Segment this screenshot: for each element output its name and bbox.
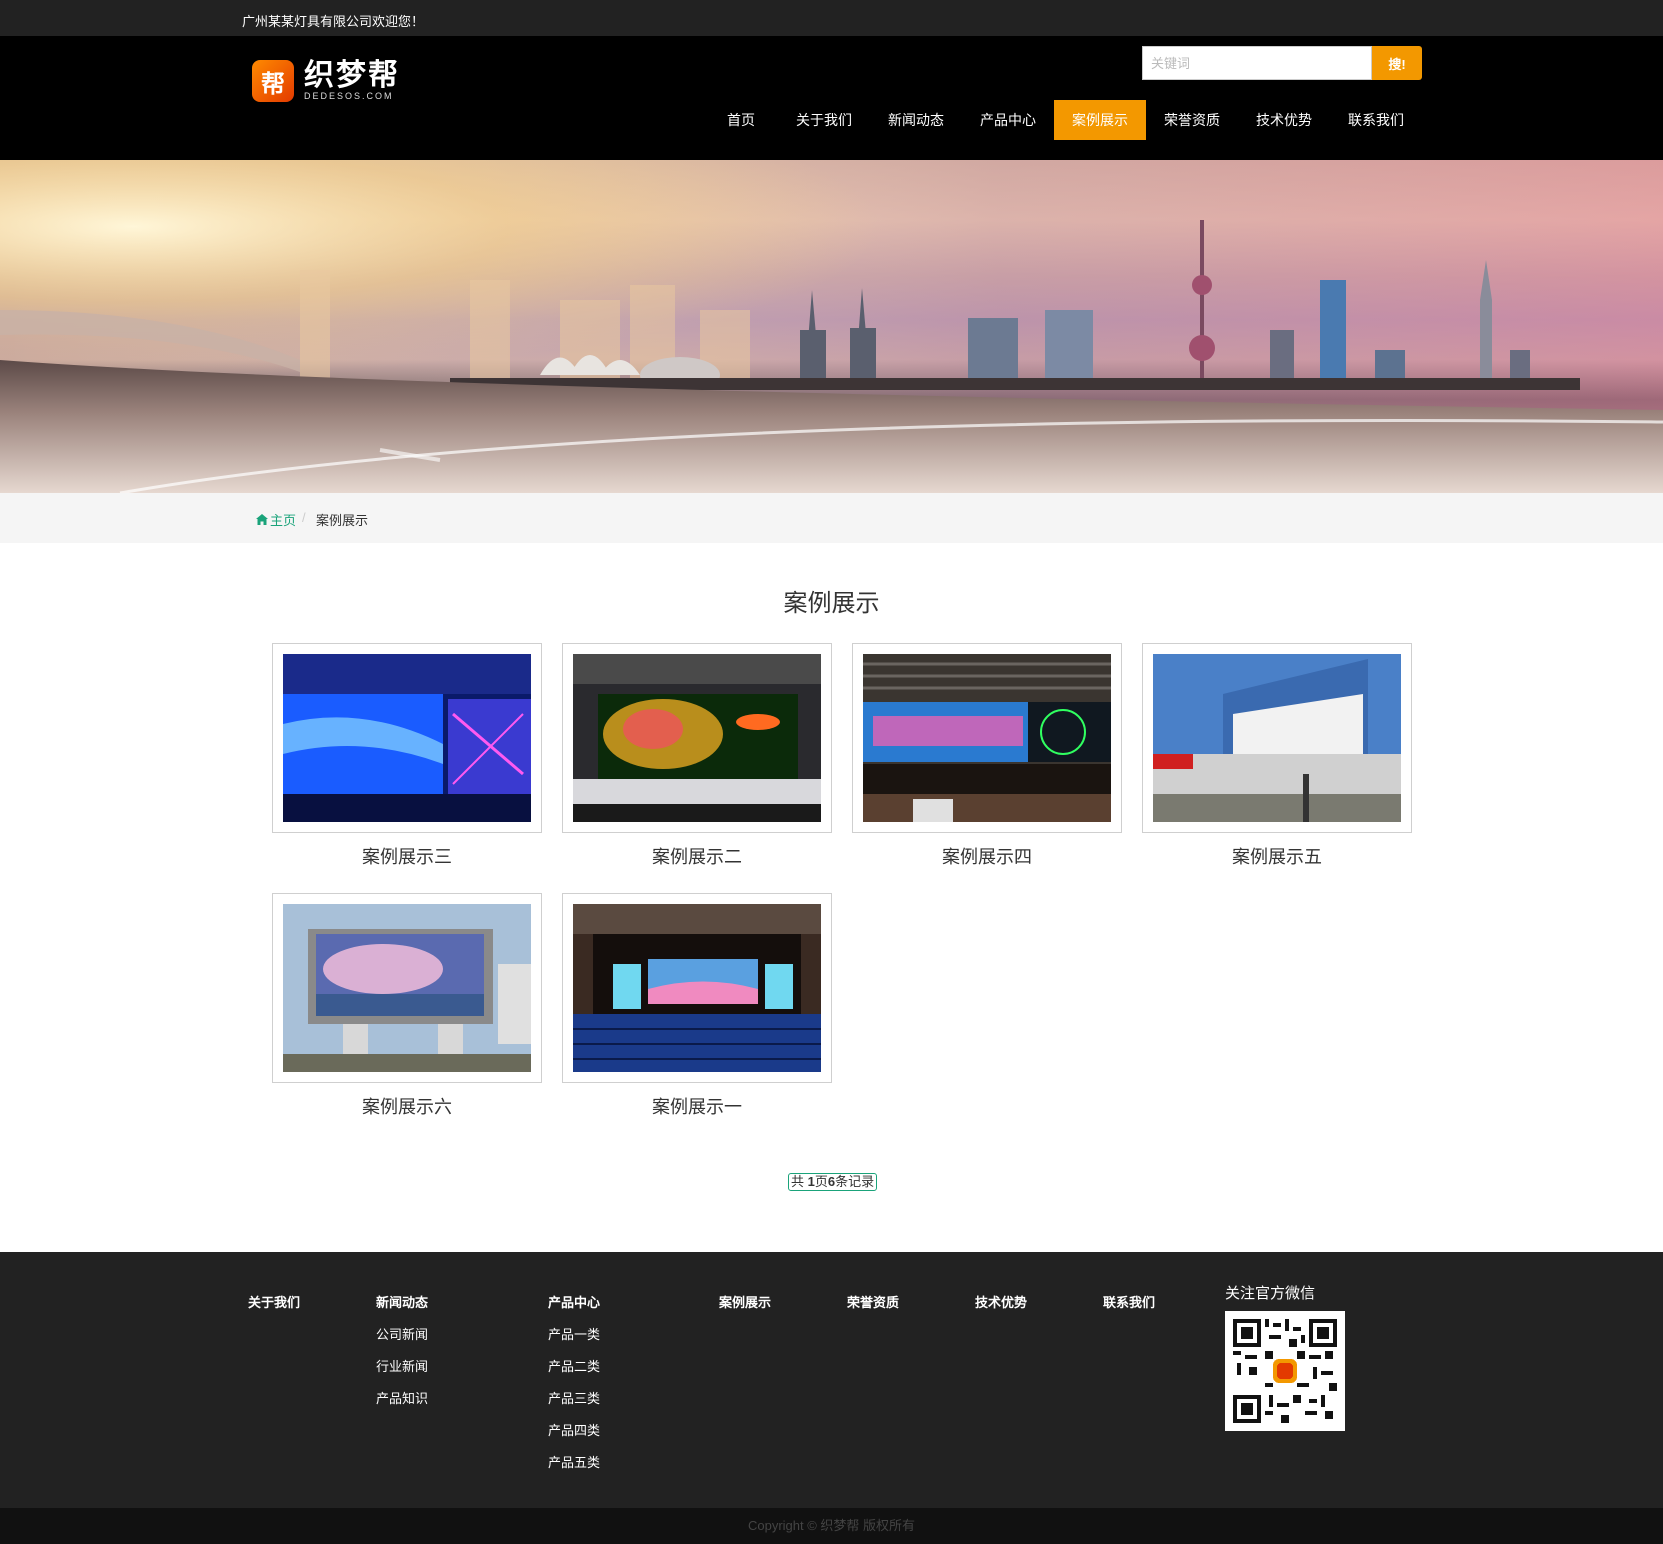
case-image-link[interactable] [272,893,542,1083]
pager-pages: 1 [807,1174,815,1189]
page: 广州某某灯具有限公司欢迎您！ 帮 织梦帮 DEDESOS.COM 搜! 首页 关… [0,0,1663,1544]
case-image-link[interactable] [272,643,542,833]
copyright: Copyright © 织梦帮 版权所有 [0,1508,1663,1544]
header: 帮 织梦帮 DEDESOS.COM 搜! 首页 关于我们 新闻动态 产品中心 案… [0,36,1663,160]
pagination-info: 共 1页6条记录 [788,1173,878,1191]
footer-heading[interactable]: 新闻动态 [376,1292,428,1311]
wechat-title: 关注官方微信 [1225,1285,1316,1302]
case-caption[interactable]: 案例展示六 [272,1093,542,1119]
case-caption[interactable]: 案例展示二 [562,843,832,869]
logo-badge-icon: 帮 [252,60,294,102]
footer-link[interactable]: 产品四类 [548,1420,600,1439]
footer-column-tech: 技术优势 [975,1292,1027,1324]
footer-column-news: 新闻动态 公司新闻 行业新闻 产品知识 [376,1292,428,1420]
case-caption[interactable]: 案例展示五 [1142,843,1412,869]
footer-link[interactable]: 产品三类 [548,1388,600,1407]
breadcrumb-home-link[interactable]: 主页 [256,510,296,529]
footer-column-about: 关于我们 [248,1292,300,1324]
nav-item-cases[interactable]: 案例展示 [1054,100,1146,140]
main-nav: 首页 关于我们 新闻动态 产品中心 案例展示 荣誉资质 技术优势 联系我们 [0,100,1663,140]
nav-item-news[interactable]: 新闻动态 [880,100,952,140]
breadcrumb-separator: / [302,510,306,525]
case-image-link[interactable] [562,643,832,833]
case-image [1153,654,1401,822]
top-bar: 广州某某灯具有限公司欢迎您！ [0,0,1663,36]
site-logo[interactable]: 帮 织梦帮 DEDESOS.COM [252,58,400,104]
case-image-link[interactable] [852,643,1122,833]
city-skyline-banner [0,160,1663,493]
case-card: 案例展示三 [272,643,542,869]
breadcrumb: 主页 / 案例展示 [0,493,1663,543]
case-caption[interactable]: 案例展示四 [852,843,1122,869]
pager-mid: 页 [814,1174,828,1189]
footer-link[interactable]: 产品一类 [548,1324,600,1343]
footer-column-products: 产品中心 产品一类 产品二类 产品三类 产品四类 产品五类 [548,1292,600,1484]
breadcrumb-current: 案例展示 [316,513,369,528]
footer-column-contact: 联系我们 [1103,1292,1155,1324]
case-card: 案例展示二 [562,643,832,869]
footer: 关于我们 新闻动态 公司新闻 行业新闻 产品知识 产品中心 产品一类 产品二类 … [0,1252,1663,1508]
wechat-block: 关注官方微信 [1225,1282,1345,1431]
nav-item-contact[interactable]: 联系我们 [1340,100,1412,140]
nav-item-home[interactable]: 首页 [716,100,766,140]
footer-heading[interactable]: 技术优势 [975,1292,1027,1311]
search-input[interactable] [1142,46,1372,80]
welcome-text: 广州某某灯具有限公司欢迎您！ [242,14,425,29]
wechat-qr-code [1225,1311,1345,1431]
logo-text: 织梦帮 DEDESOS.COM [304,58,400,102]
pager-suffix: 条记录 [835,1174,875,1189]
nav-item-about[interactable]: 关于我们 [788,100,860,140]
footer-heading[interactable]: 产品中心 [548,1292,600,1311]
case-card: 案例展示六 [272,893,542,1119]
search-box: 搜! [1142,46,1422,80]
banner-illustration [0,160,1663,493]
case-card: 案例展示一 [562,893,832,1119]
footer-link[interactable]: 行业新闻 [376,1356,428,1375]
pager-prefix: 共 [791,1174,808,1189]
home-icon [256,514,268,525]
case-image [283,904,531,1072]
nav-item-honors[interactable]: 荣誉资质 [1156,100,1228,140]
logo-name: 织梦帮 [304,58,400,93]
footer-heading[interactable]: 联系我们 [1103,1292,1155,1311]
case-caption[interactable]: 案例展示三 [272,843,542,869]
nav-item-products[interactable]: 产品中心 [972,100,1044,140]
footer-heading[interactable]: 案例展示 [719,1292,771,1311]
page-title: 案例展示 [783,590,880,617]
footer-column-honors: 荣誉资质 [847,1292,899,1324]
nav-item-tech[interactable]: 技术优势 [1248,100,1320,140]
footer-column-cases: 案例展示 [719,1292,771,1324]
search-button[interactable]: 搜! [1372,46,1422,80]
footer-link[interactable]: 产品五类 [548,1452,600,1471]
footer-heading[interactable]: 关于我们 [248,1292,300,1311]
case-image [573,654,821,822]
footer-link[interactable]: 产品二类 [548,1356,600,1375]
case-card: 案例展示四 [852,643,1122,869]
breadcrumb-home-label: 主页 [270,513,297,528]
case-caption[interactable]: 案例展示一 [562,1093,832,1119]
case-image [573,904,821,1072]
case-image-link[interactable] [1142,643,1412,833]
case-image-link[interactable] [562,893,832,1083]
case-image [283,654,531,822]
case-image [863,654,1111,822]
footer-link[interactable]: 公司新闻 [376,1324,428,1343]
case-card: 案例展示五 [1142,643,1412,869]
footer-heading[interactable]: 荣誉资质 [847,1292,899,1311]
footer-link[interactable]: 产品知识 [376,1388,428,1407]
